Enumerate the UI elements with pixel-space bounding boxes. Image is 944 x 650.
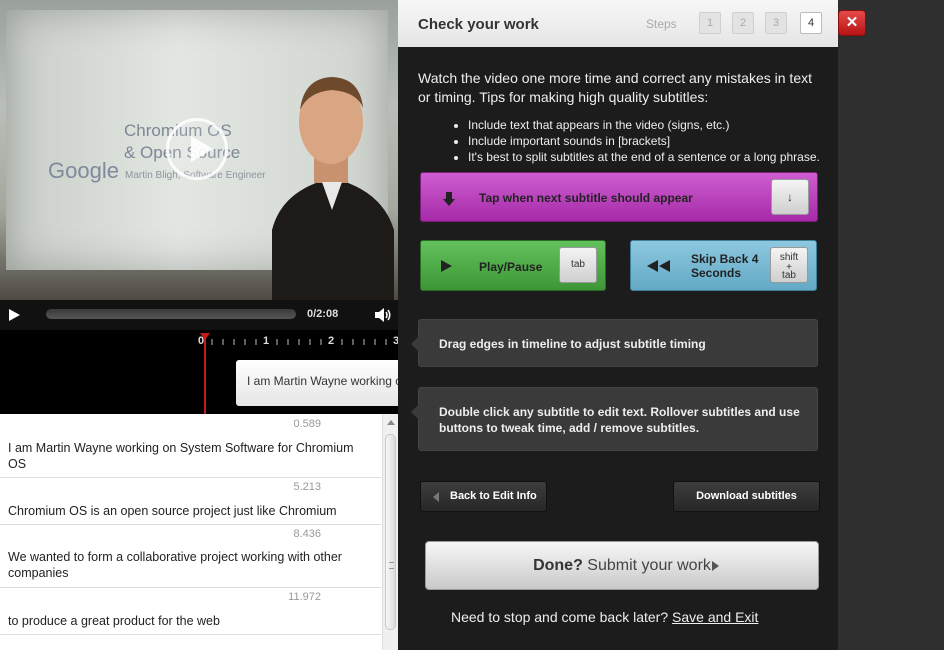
submit-work-button[interactable]: Done? Submit your work [425,541,819,590]
arrow-right-icon [712,561,719,571]
step-1[interactable]: 1 [699,12,721,34]
tip-item: Include important sounds in [brackets] [468,133,858,149]
tab-key-icon: tab [559,247,597,283]
page-background [838,0,944,650]
dialog-header: Check your work Steps 1 2 3 4 [398,0,838,47]
subtitle-text[interactable]: We wanted to form a collaborative projec… [8,549,368,581]
done-label: Done? [533,557,583,574]
instructions-text: Watch the video one more time and correc… [418,70,812,105]
step-3[interactable]: 3 [765,12,787,34]
volume-icon[interactable] [374,307,392,323]
subtitle-time: 11.972 [288,591,321,603]
submit-label: Submit your work [582,557,711,574]
later-prompt: Need to stop and come back later? [451,609,673,625]
presenter-figure [272,77,394,300]
step-4[interactable]: 4 [800,12,822,34]
skip-back-label: Skip Back 4 Seconds [691,252,759,280]
next-subtitle-label: Tap when next subtitle should appear [479,191,693,205]
edit-tip-box: Double click any subtitle to edit text. … [411,387,818,451]
steps-label: Steps [646,17,677,31]
subtitle-list: 0.589 I am Martin Wayne working on Syste… [0,414,398,650]
down-arrow-icon [443,192,455,206]
subtitle-text[interactable]: to produce a great product for the web [8,613,368,629]
play-pause-button[interactable]: Play/Pause tab [420,240,606,291]
timeline-subtitle-block[interactable]: I am Martin Wayne working on System Soft… [236,360,398,406]
grip-icon [389,562,394,569]
step-2[interactable]: 2 [732,12,754,34]
subtitle-row[interactable]: 8.436 We wanted to form a collaborative … [0,525,381,588]
timing-tip-box: Drag edges in timeline to adjust subtitl… [411,319,818,367]
subtitle-time: 0.589 [293,418,321,430]
back-to-edit-info-button[interactable]: Back to Edit Info [420,481,547,512]
timeline-tick: 2 [328,335,335,347]
big-play-icon[interactable] [166,118,228,180]
download-subtitles-button[interactable]: Download subtitles [673,481,820,512]
subtitle-time: 5.213 [293,481,321,493]
down-key-icon: ↓ [771,179,809,215]
playhead[interactable] [204,334,206,414]
subtitle-timeline[interactable]: 0 1 2 3 I am Martin Wayne working on Sys… [0,330,398,414]
tip-item: Include text that appears in the video (… [468,117,858,133]
close-icon[interactable]: ✕ [838,10,866,36]
play-icon [441,260,452,272]
dialog-title: Check your work [418,16,539,33]
play-pause-label: Play/Pause [479,260,543,274]
check-work-dialog: Check your work Steps 1 2 3 4 Watch the … [398,0,838,650]
subtitle-text[interactable]: Chromium OS is an open source project ju… [8,503,368,519]
subtitle-time: 8.436 [293,528,321,540]
seek-bar[interactable] [46,309,296,319]
tab-key-label: tab [782,270,796,281]
tip-item: It's best to split subtitles at the end … [468,149,858,165]
video-player[interactable]: Google Chromium OS & Open Source Martin … [0,0,398,300]
subtitle-row[interactable]: 11.972 to produce a great product for th… [0,588,381,635]
subtitle-scrollbar[interactable] [382,414,398,650]
save-later-text: Need to stop and come back later? Save a… [451,609,758,625]
subtitle-row[interactable]: 0.589 I am Martin Wayne working on Syste… [0,414,381,478]
time-display: 0/2:08 [307,308,339,320]
timeline-tick: 1 [263,335,270,347]
subtitle-text[interactable]: I am Martin Wayne working on System Soft… [8,440,368,472]
shift-tab-key-icon: shift + tab [770,247,808,283]
next-subtitle-button[interactable]: Tap when next subtitle should appear ↓ [420,172,818,222]
subtitle-row[interactable]: 5.213 Chromium OS is an open source proj… [0,478,381,525]
scroll-up-icon[interactable] [387,420,395,425]
scroll-thumb[interactable] [385,434,396,630]
video-controls: 0/2:08 [0,300,398,330]
tips-list: Include text that appears in the video (… [446,117,858,165]
rewind-icon [647,260,670,272]
slide-logo: Google [48,158,119,183]
play-icon[interactable] [6,307,22,323]
skip-back-button[interactable]: Skip Back 4 Seconds shift + tab [630,240,817,291]
save-and-exit-link[interactable]: Save and Exit [672,609,758,625]
